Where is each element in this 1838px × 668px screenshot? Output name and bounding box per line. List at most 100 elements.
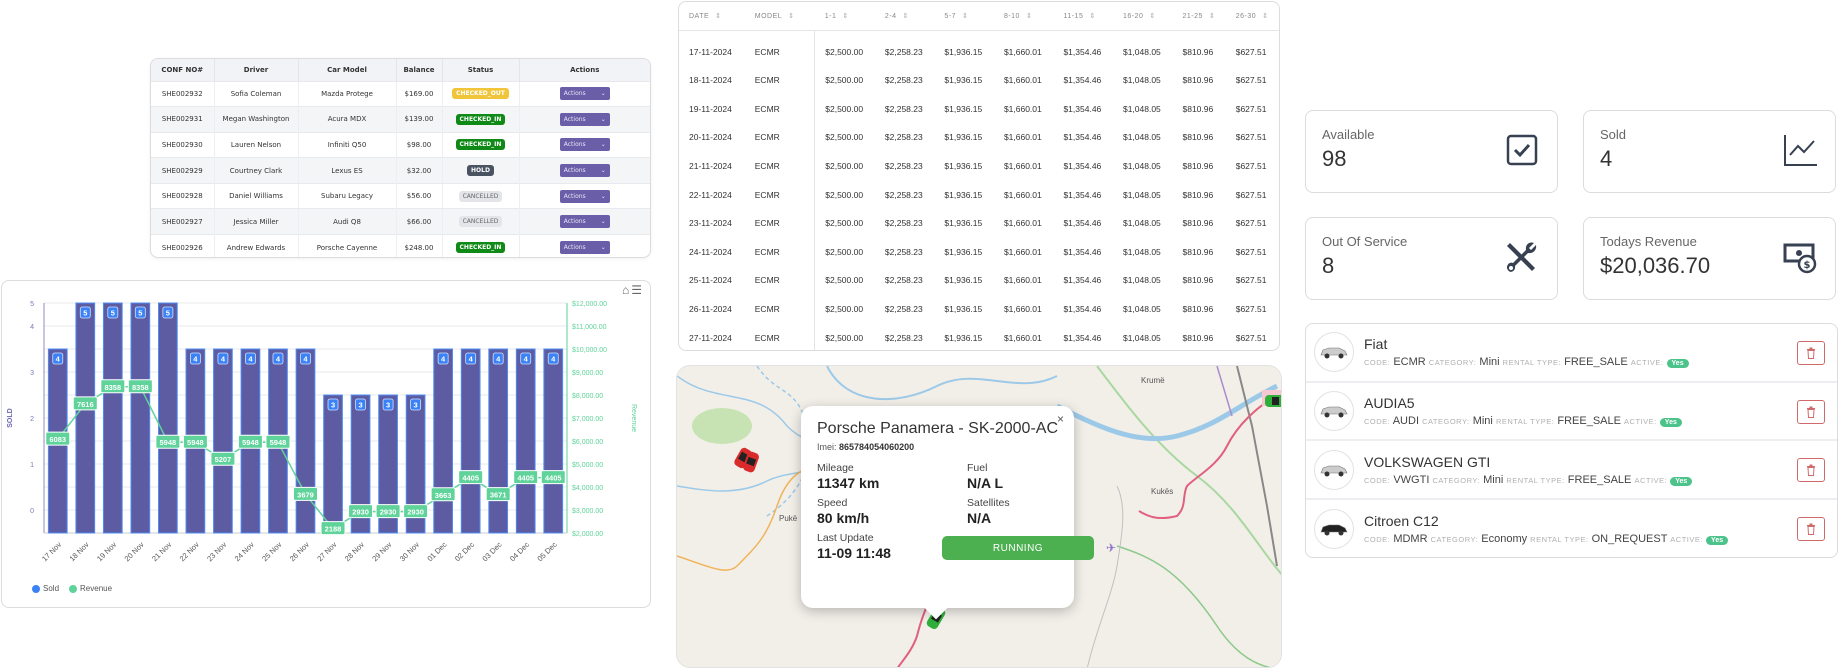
status-cell: CHECKED_IN (442, 106, 520, 133)
x-tick-label: 27 Nov (315, 540, 338, 563)
delete-button[interactable] (1797, 517, 1825, 542)
vehicle-list-item[interactable]: Fiat CODE: ECMR CATEGORY: Mini RENTAL TYP… (1306, 324, 1837, 383)
delete-button[interactable] (1797, 341, 1825, 365)
price-cell: $627.51 (1235, 275, 1267, 286)
driver: Lauren Nelson (214, 131, 299, 158)
chart-legend: Sold Revenue (32, 584, 112, 593)
status-cell: HOLD (442, 157, 520, 184)
trash-icon (1807, 464, 1815, 477)
sort-icon[interactable]: ⇕ (842, 13, 848, 20)
sort-icon[interactable]: ⇕ (1026, 13, 1032, 20)
pricing-col-header[interactable]: 16-20 ⇕ (1112, 2, 1173, 31)
conf-no: SHE002927 (151, 208, 215, 235)
map-label-kukes: Kukës (1151, 487, 1174, 496)
stat-card-sold: Sold 4 (1583, 110, 1836, 193)
bar-data-label: 5 (111, 309, 115, 318)
pricing-row: 18-11-2024 ECMR $2,500.00 $2,258.23 $1,936.1… (679, 66, 1279, 95)
vehicle-list-item[interactable]: AUDIA5 CODE: AUDI CATEGORY: Mini RENTAL T… (1306, 383, 1837, 442)
actions-dropdown-button[interactable]: Actions ⌄ (559, 241, 610, 255)
sort-icon[interactable]: ⇕ (1149, 13, 1155, 20)
status-cell: CANCELLED (442, 208, 520, 235)
pricing-col-header[interactable]: MODEL ⇕ (744, 2, 815, 31)
conf-no: SHE002930 (151, 131, 215, 158)
y-tick-label: 2 (30, 416, 34, 423)
line-data-label: 2188 (325, 525, 342, 534)
vehicle-map[interactable]: ✈ Krumë Pukë Kukës × Porsche Panamera - … (676, 365, 1282, 668)
delete-button[interactable] (1797, 458, 1825, 483)
sort-icon[interactable]: ⇕ (1089, 13, 1095, 20)
menu-icon[interactable]: ☰ (631, 283, 642, 297)
legend-item-sold[interactable]: Sold (32, 584, 59, 593)
pricing-col-header[interactable]: 5-7 ⇕ (934, 2, 994, 31)
actions-dropdown-button[interactable]: Actions ⌄ (559, 87, 610, 101)
x-tick-label: 23 Nov (205, 540, 228, 563)
vehicle-thumbnail (1314, 509, 1354, 550)
price-cell: $1,660.01 (1003, 47, 1042, 58)
chevron-down-icon: ⌄ (600, 115, 606, 123)
home-icon[interactable]: ⌂ (622, 283, 629, 297)
car-marker-green-2 (1265, 395, 1281, 407)
pricing-col-header[interactable]: 2-4 ⇕ (874, 2, 935, 31)
vehicle-list-item[interactable]: Citroen C12 CODE: MDMR CATEGORY: Economy … (1306, 500, 1837, 557)
bar-sold (460, 348, 481, 534)
sort-icon[interactable]: ⇕ (715, 13, 721, 20)
sort-icon[interactable]: ⇕ (1262, 13, 1268, 20)
sort-icon[interactable]: ⇕ (903, 13, 909, 20)
chevron-down-icon: ⌄ (600, 218, 606, 226)
bookings-header-row: CONF NO# Driver Car Model Balance Status… (151, 59, 650, 81)
price-cell: $1,048.05 (1122, 47, 1161, 58)
sort-icon[interactable]: ⇕ (962, 13, 968, 20)
price-cell: $1,048.05 (1122, 132, 1161, 143)
legend-dot-sold (32, 584, 40, 593)
pricing-col-header[interactable]: DATE ⇕ (679, 2, 745, 31)
pricing-header-row: DATE ⇕ MODEL ⇕ 1-1 ⇕ 2-4 ⇕ 5-7 ⇕ 8-10 ⇕ 11-15 ⇕ 16-20 ⇕… (679, 2, 1279, 31)
booking-row: SHE002932 Sofia Coleman Mazda Protege $169.… (151, 80, 650, 107)
price-cell: $1,660.01 (1003, 246, 1042, 257)
pricing-col-header[interactable]: 21-25 ⇕ (1172, 2, 1226, 31)
price-cell: $1,660.01 (1003, 275, 1042, 286)
close-icon[interactable]: × (1057, 412, 1064, 426)
x-tick-label: 01 Dec (425, 540, 448, 563)
status-cell: CHECKED_IN (442, 234, 520, 257)
status-badge: CHECKED_IN (455, 113, 506, 125)
col-conf-no: CONF NO# (151, 59, 215, 81)
popup-title: Porsche Panamera - SK-2000-AC (817, 420, 1058, 437)
x-tick-label: 29 Nov (370, 540, 393, 563)
actions-dropdown-button[interactable]: Actions ⌄ (559, 189, 610, 203)
price-cell: $810.96 (1182, 103, 1214, 114)
delete-button[interactable] (1797, 399, 1825, 424)
sales-revenue-chart: 0 1 2 3 4 5 $2,000.00 $3,000.00 $4,000.00 $5,000.… (7, 301, 637, 563)
vehicle-name: VOLKSWAGEN GTI (1364, 453, 1491, 470)
driver: Megan Washington (214, 106, 299, 133)
price-cell: $2,500.00 (825, 246, 864, 257)
car-model: Audi Q8 (298, 208, 397, 235)
pricing-col-header[interactable]: 8-10 ⇕ (993, 2, 1054, 31)
status-badge: CANCELLED (458, 216, 503, 228)
price-cell: $810.96 (1182, 218, 1214, 229)
actions-dropdown-button[interactable]: Actions ⌄ (559, 164, 610, 178)
price-cell: $1,048.05 (1122, 304, 1161, 315)
pricing-col-header[interactable]: 11-15 ⇕ (1053, 2, 1113, 31)
pricing-row: 24-11-2024 ECMR $2,500.00 $2,258.23 $1,936.1… (679, 237, 1279, 267)
pricing-col-header[interactable]: 1-1 ⇕ (814, 2, 875, 31)
price-cell: $1,354.46 (1063, 304, 1102, 315)
running-status-button[interactable]: RUNNING (942, 536, 1094, 560)
y2-tick-label: $11,000.00 (572, 324, 607, 331)
y2-tick-label: $7,000.00 (572, 416, 603, 423)
actions-dropdown-button[interactable]: Actions ⌄ (559, 138, 610, 152)
vehicle-meta: CODE: VWGTI CATEGORY: Mini RENTAL TYPE: … (1364, 474, 1693, 486)
legend-item-revenue[interactable]: Revenue (69, 584, 112, 593)
sort-icon[interactable]: ⇕ (788, 13, 794, 20)
y2-tick-label: $2,000.00 (572, 531, 603, 538)
bar-sold (515, 348, 536, 534)
vehicle-list-item[interactable]: VOLKSWAGEN GTI CODE: VWGTI CATEGORY: Mini… (1306, 441, 1837, 501)
x-tick-label: 30 Nov (398, 540, 421, 563)
pricing-col-header[interactable]: 26-30 ⇕ (1225, 2, 1279, 31)
price-cell: $1,048.05 (1122, 218, 1161, 229)
booking-row: SHE002930 Lauren Nelson Infiniti Q50 $98.00… (151, 131, 650, 158)
active-badge: Yes (1659, 418, 1682, 428)
actions-dropdown-button[interactable]: Actions ⌄ (559, 112, 610, 126)
actions-dropdown-button[interactable]: Actions ⌄ (559, 215, 610, 229)
line-data-label: 3679 (297, 490, 314, 499)
sort-icon[interactable]: ⇕ (1209, 13, 1215, 20)
